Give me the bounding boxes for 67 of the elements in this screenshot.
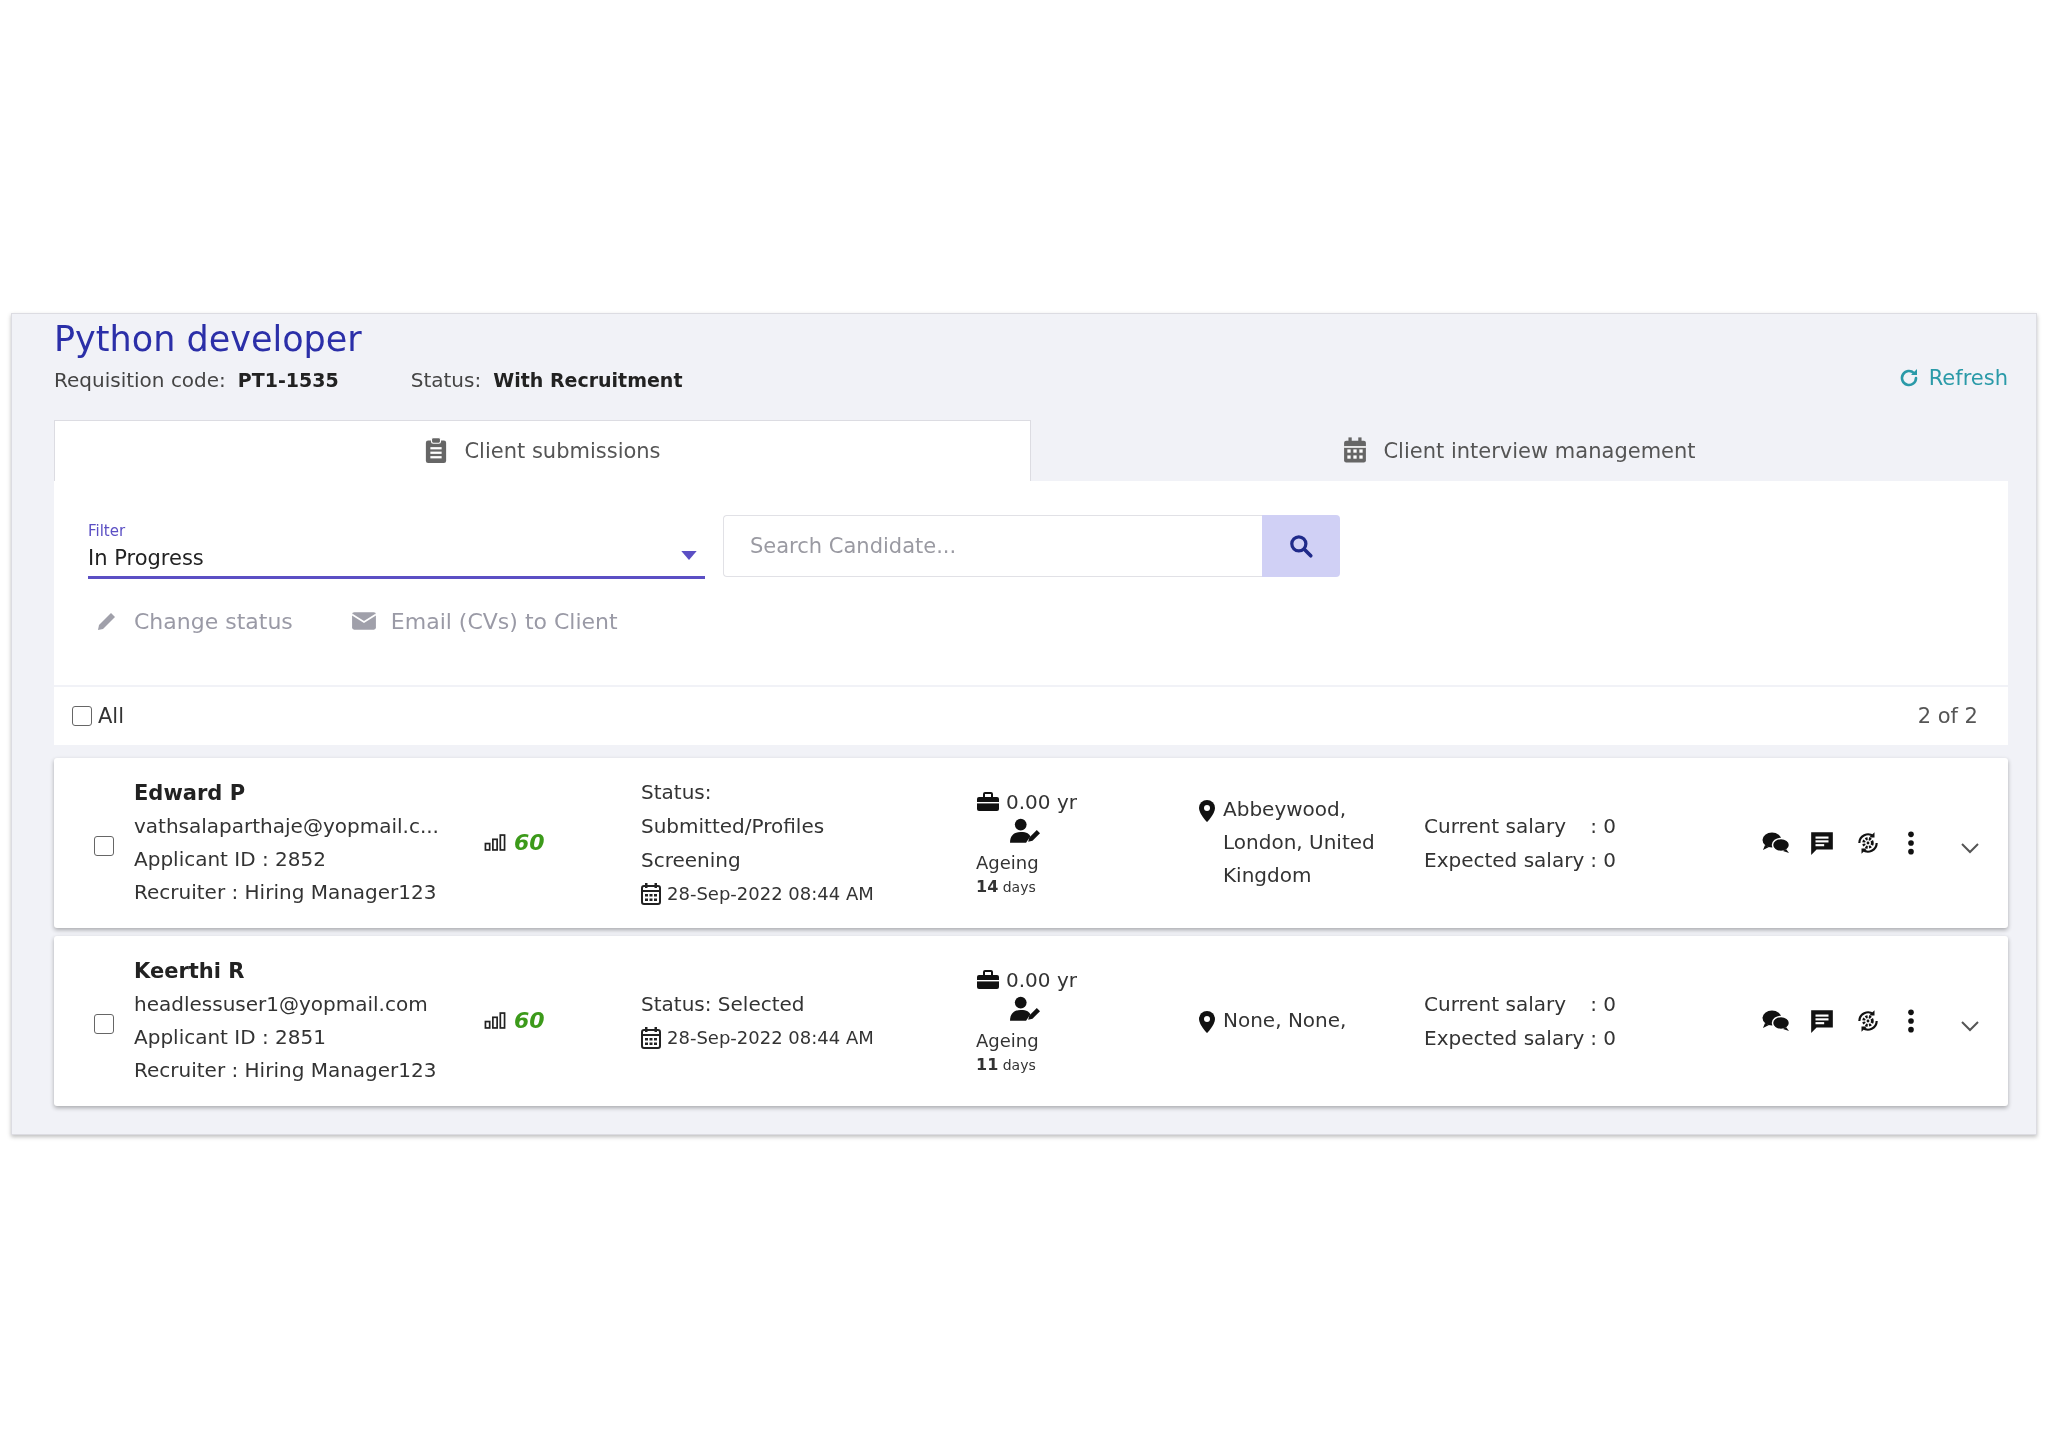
candidate-checkbox[interactable]: [94, 835, 114, 856]
candidate-email: vathsalaparthaje@yopmail.c...: [134, 812, 440, 840]
filter-dropdown[interactable]: Filter In Progress: [88, 514, 705, 579]
chevron-down-icon[interactable]: [1960, 1019, 1980, 1032]
experience: 0.00 yr: [1006, 789, 1077, 814]
user-edit-icon: [1010, 817, 1040, 844]
applicant-id: Applicant ID : 2852: [134, 845, 327, 873]
candidate-status: Status: Selected: [641, 990, 806, 1018]
ageing-days: 14: [976, 876, 999, 896]
clipboard-icon: [424, 437, 449, 465]
calendar-icon: [641, 1026, 661, 1049]
more-options-icon[interactable]: [1906, 1007, 1916, 1034]
expected-salary-label: Expected salary: [1424, 846, 1585, 874]
calendar-icon: [641, 882, 661, 905]
candidate-name: Edward P: [134, 779, 247, 807]
current-salary: : 0: [1590, 812, 1617, 840]
message-icon[interactable]: [1808, 1007, 1836, 1034]
tab[interactable]: Client submissions: [54, 419, 1031, 481]
expected-salary-label: Expected salary: [1424, 1024, 1585, 1052]
expected-salary: : 0: [1590, 846, 1617, 874]
bar-chart-icon: [484, 1012, 506, 1030]
requisition-code: PT1-1535: [237, 368, 339, 391]
location-pin-icon: [1199, 800, 1215, 823]
select-all-label: All: [98, 703, 125, 728]
status-date: 28-Sep-2022 08:44 AM: [667, 1025, 874, 1050]
match-score: 60: [514, 830, 545, 856]
applicant-id: Applicant ID : 2851: [134, 1023, 327, 1051]
current-salary-label: Current salary: [1424, 812, 1568, 840]
candidate-location: Abbeywood, London, United Kingdom: [1223, 797, 1375, 888]
ageing-unit: days: [1002, 1056, 1036, 1073]
candidate-name: Keerthi R: [134, 957, 246, 985]
select-all-checkbox[interactable]: [72, 705, 92, 726]
recruiter: Recruiter : Hiring Manager123: [134, 1056, 438, 1084]
job-status: With Recruitment: [493, 368, 683, 391]
requisition-label: Requisition code:: [54, 367, 226, 392]
location-pin-icon: [1199, 1011, 1215, 1034]
message-icon[interactable]: [1808, 829, 1836, 856]
ageing-label: Ageing: [976, 851, 1039, 873]
chevron-down-icon[interactable]: [1960, 841, 1980, 854]
search-button[interactable]: [1262, 514, 1340, 577]
briefcase-icon: [976, 791, 1000, 812]
result-count: 2 of 2: [1917, 703, 1978, 728]
calendar-icon: [1343, 437, 1368, 465]
status-label: Status:: [410, 367, 482, 392]
status-date: 28-Sep-2022 08:44 AM: [667, 881, 874, 906]
candidate-checkbox[interactable]: [94, 1013, 114, 1034]
ageing-unit: days: [1002, 878, 1036, 895]
search-icon: [1288, 532, 1314, 559]
bar-chart-icon: [484, 834, 506, 852]
current-salary: : 0: [1590, 990, 1617, 1018]
current-salary-label: Current salary: [1424, 990, 1568, 1018]
more-options-icon[interactable]: [1906, 829, 1916, 856]
search-field[interactable]: Search Candidate...: [723, 514, 1262, 577]
candidate-email: headlessuser1@yopmail.com: [134, 990, 429, 1018]
ageing-label: Ageing: [976, 1029, 1039, 1051]
recruiter: Recruiter : Hiring Manager123: [134, 878, 438, 906]
expected-salary: : 0: [1590, 1024, 1617, 1052]
experience: 0.00 yr: [1006, 967, 1077, 992]
candidate-status: Status: Submitted/Profiles Screening: [641, 778, 826, 874]
user-edit-icon: [1010, 995, 1040, 1022]
ageing-days: 11: [976, 1054, 999, 1074]
job-title: Python developer: [54, 318, 363, 361]
candidate-location: None, None,: [1223, 1008, 1347, 1033]
briefcase-icon: [976, 969, 1000, 990]
tab[interactable]: Client interview management: [1031, 419, 2008, 481]
match-score: 60: [514, 1008, 545, 1034]
caret-icon: [681, 550, 697, 560]
